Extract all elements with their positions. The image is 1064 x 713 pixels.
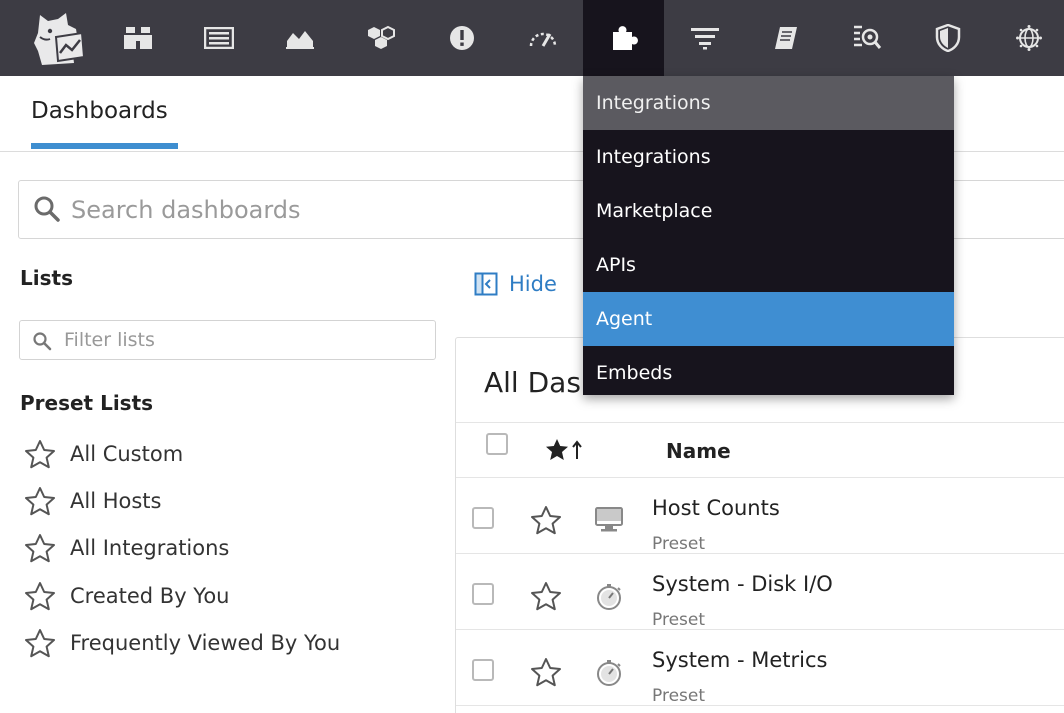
dashboard-type: Preset [652,610,706,630]
table-row[interactable]: System - Metrics Preset [456,630,1064,706]
star-outline-icon [25,439,55,468]
monitor-icon [595,507,623,532]
logs-filter-icon[interactable] [664,0,745,76]
menu-item-integrations[interactable]: Integrations [583,130,954,184]
collapse-panel-icon [474,272,498,296]
apm-gauge-icon[interactable] [502,0,583,76]
sort-by-favorite-button[interactable] [545,438,583,462]
area-chart-icon[interactable] [259,0,340,76]
preset-list-label: Created By You [70,583,230,608]
filter-lists-input[interactable] [64,326,424,354]
search-icon [32,331,52,355]
star-outline-icon[interactable] [530,657,562,687]
preset-lists: All Custom All Hosts All Integrations Cr… [24,430,340,666]
table-header-row: Name [456,422,1064,478]
row-checkbox[interactable] [472,583,494,605]
menu-item-embeds[interactable]: Embeds [583,346,954,400]
infrastructure-hexagon-icon[interactable] [340,0,421,76]
dashboard-name: Host Counts [652,496,780,520]
active-tab-indicator [31,143,178,149]
table-row[interactable]: Host Counts Preset [456,478,1064,554]
menu-item-marketplace[interactable]: Marketplace [583,184,954,238]
security-shield-icon[interactable] [907,0,988,76]
preset-list-item[interactable]: All Hosts [24,477,340,524]
dashboard-type: Preset [652,534,706,554]
alert-icon[interactable] [421,0,502,76]
synthetics-icon[interactable] [826,0,907,76]
dashboard-name: System - Disk I/O [652,572,833,596]
preset-list-item[interactable]: Created By You [24,572,340,619]
preset-list-item[interactable]: All Integrations [24,525,340,572]
integrations-dropdown-menu: Integrations Integrations Marketplace AP… [583,76,954,395]
star-outline-icon [25,628,55,658]
menu-item-agent[interactable]: Agent [583,292,954,346]
star-outline-icon[interactable] [530,581,562,611]
preset-list-label: Frequently Viewed By You [70,630,341,655]
column-header-name[interactable]: Name [666,439,731,463]
preset-lists-heading: Preset Lists [20,391,154,415]
menu-item-apis[interactable]: APIs [583,238,954,292]
panel-title: All Das [484,366,581,399]
lists-heading: Lists [20,266,73,290]
search-icon [33,195,61,227]
hide-lists-button[interactable]: Hide [474,272,557,296]
star-outline-icon [25,581,55,610]
preset-list-label: All Hosts [70,488,162,513]
filter-lists-box [19,320,436,360]
binoculars-icon[interactable] [97,0,178,76]
stopwatch-icon [597,660,621,686]
datadog-logo-icon[interactable] [24,4,94,72]
dropdown-header: Integrations [583,76,954,130]
preset-list-item[interactable]: Frequently Viewed By You [24,619,340,666]
rum-globe-icon[interactable] [988,0,1064,76]
top-navigation-bar [0,0,1064,76]
tab-dashboards[interactable]: Dashboards [31,98,168,124]
notebook-icon[interactable] [745,0,826,76]
row-checkbox[interactable] [472,659,494,681]
sort-ascending-icon [572,440,582,459]
preset-list-label: All Custom [70,441,184,466]
star-outline-icon[interactable] [530,505,562,535]
select-all-checkbox[interactable] [486,433,508,455]
star-filled-icon [546,439,568,460]
puzzle-piece-icon[interactable] [583,0,664,76]
dashboard-type: Preset [652,686,706,706]
preset-list-item[interactable]: All Custom [24,430,340,477]
event-stream-icon[interactable] [178,0,259,76]
table-row[interactable]: System - Disk I/O Preset [456,554,1064,630]
hide-label: Hide [509,272,557,296]
stopwatch-icon [597,584,621,610]
preset-list-label: All Integrations [70,536,230,561]
star-outline-icon [25,486,55,516]
dashboard-name: System - Metrics [652,648,828,672]
row-checkbox[interactable] [472,507,494,529]
star-outline-icon [25,534,55,563]
